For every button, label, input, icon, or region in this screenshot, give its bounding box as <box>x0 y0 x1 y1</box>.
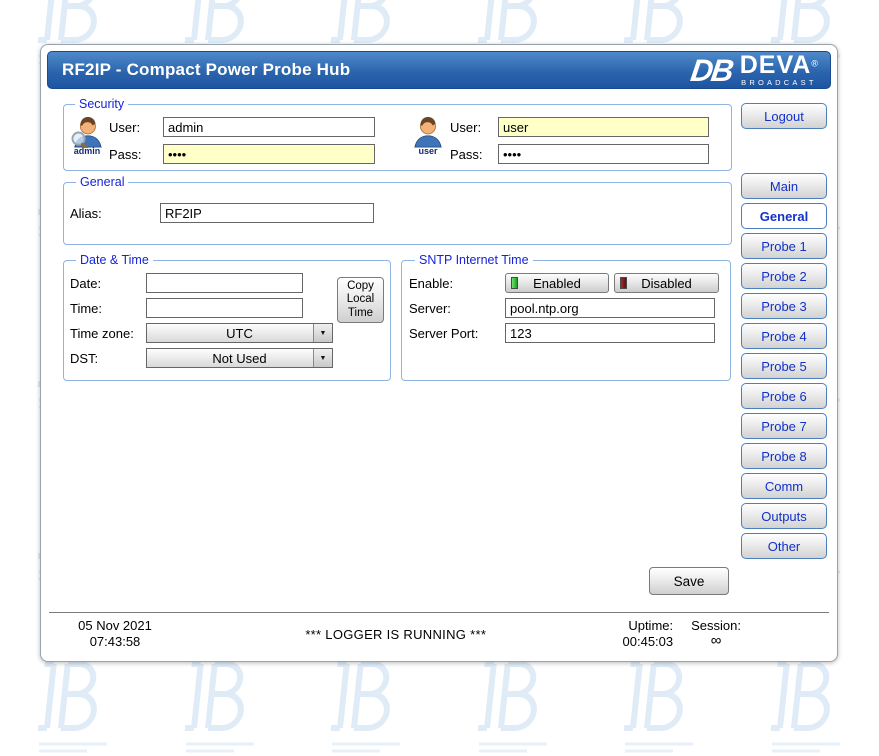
registered-mark: ® <box>811 59 818 69</box>
user-icon-block: user <box>410 117 446 156</box>
time-input[interactable] <box>146 298 303 318</box>
sidebar-item-probe-7[interactable]: Probe 7 <box>741 413 827 439</box>
deva-watermark-icon <box>617 652 701 756</box>
session-block: Session: ∞ <box>691 618 741 650</box>
chevron-down-icon: ▼ <box>313 349 332 367</box>
sntp-grid: Enable: Enabled Disabled Server: Server … <box>409 273 724 343</box>
sidebar-item-probe-4[interactable]: Probe 4 <box>741 323 827 349</box>
security-section: Security admin User: <box>63 97 732 171</box>
title-bar: RF2IP - Compact Power Probe Hub DB DEVA®… <box>47 51 831 89</box>
broadcast-wordmark: BROADCAST <box>741 79 816 87</box>
deva-logo-text: DEVA® BROADCAST <box>740 53 818 87</box>
uptime-value: 00:45:03 <box>623 634 674 650</box>
alias-input[interactable] <box>160 203 374 223</box>
admin-fields: User: Pass: <box>109 117 375 164</box>
deva-watermark-icon <box>178 652 262 756</box>
status-time: 07:43:58 <box>61 634 169 650</box>
admin-icon-block: admin <box>69 117 105 156</box>
admin-password-input[interactable] <box>163 144 375 164</box>
admin-caption: admin <box>74 146 101 156</box>
sntp-port-label: Server Port: <box>409 326 505 341</box>
sidebar-nav: Main General Probe 1 Probe 2 Probe 3 Pro… <box>741 173 827 559</box>
sntp-disabled-label: Disabled <box>641 276 692 291</box>
sidebar-item-probe-2[interactable]: Probe 2 <box>741 263 827 289</box>
general-legend: General <box>76 175 128 189</box>
admin-user-icon <box>70 117 104 148</box>
user-credentials: user User: Pass: <box>410 115 709 164</box>
timezone-select[interactable]: UTC ▼ <box>146 323 333 343</box>
sntp-port-input[interactable] <box>505 323 715 343</box>
sidebar-item-outputs[interactable]: Outputs <box>741 503 827 529</box>
sntp-enable-label: Enable: <box>409 276 505 291</box>
sidebar-item-comm[interactable]: Comm <box>741 473 827 499</box>
session-value: ∞ <box>691 634 741 648</box>
red-led-icon <box>620 277 627 289</box>
deva-watermark-icon <box>764 652 848 756</box>
uptime-label: Uptime: <box>623 618 674 634</box>
date-input[interactable] <box>146 273 303 293</box>
dst-value: Not Used <box>212 351 266 366</box>
security-row: admin User: Pass: user <box>69 115 725 164</box>
sidebar-item-main[interactable]: Main <box>741 173 827 199</box>
dst-label: DST: <box>70 351 146 366</box>
deva-watermark-icon <box>31 652 115 756</box>
alias-row: Alias: <box>70 203 725 223</box>
security-legend: Security <box>75 97 128 111</box>
sntp-enabled-label: Enabled <box>533 276 581 291</box>
chevron-down-icon: ▼ <box>313 324 332 342</box>
sidebar-item-probe-8[interactable]: Probe 8 <box>741 443 827 469</box>
admin-credentials: admin User: Pass: <box>69 115 375 164</box>
timezone-label: Time zone: <box>70 326 146 341</box>
copy-local-time-button[interactable]: Copy Local Time <box>337 277 384 323</box>
sidebar-item-probe-3[interactable]: Probe 3 <box>741 293 827 319</box>
date-label: Date: <box>70 276 146 291</box>
uptime-block: Uptime: 00:45:03 <box>623 618 674 650</box>
green-led-icon <box>511 277 518 289</box>
app-window: RF2IP - Compact Power Probe Hub DB DEVA®… <box>40 44 838 662</box>
dst-select[interactable]: Not Used ▼ <box>146 348 333 368</box>
sidebar-item-probe-5[interactable]: Probe 5 <box>741 353 827 379</box>
user-password-input[interactable] <box>498 144 709 164</box>
datetime-legend: Date & Time <box>76 253 153 267</box>
deva-logo: DB DEVA® BROADCAST <box>691 53 818 87</box>
sidebar-item-probe-1[interactable]: Probe 1 <box>741 233 827 259</box>
general-section: General Alias: <box>63 175 732 245</box>
time-label: Time: <box>70 301 146 316</box>
save-button[interactable]: Save <box>649 567 729 595</box>
sntp-disabled-button[interactable]: Disabled <box>614 273 719 293</box>
status-bar: 05 Nov 2021 07:43:58 *** LOGGER IS RUNNI… <box>49 612 829 655</box>
sidebar-item-probe-6[interactable]: Probe 6 <box>741 383 827 409</box>
user-pass-label: Pass: <box>450 147 494 162</box>
user-caption: user <box>418 146 437 156</box>
sntp-server-input[interactable] <box>505 298 715 318</box>
status-datetime: 05 Nov 2021 07:43:58 <box>61 618 169 650</box>
db-monogram-icon: DB <box>689 55 734 86</box>
status-date: 05 Nov 2021 <box>61 618 169 634</box>
admin-user-label: User: <box>109 120 159 135</box>
deva-logo-name: DEVA® <box>740 53 818 78</box>
page-title: RF2IP - Compact Power Probe Hub <box>62 60 350 80</box>
datetime-section: Date & Time Date: Time: Time zone: UTC ▼… <box>63 253 391 381</box>
alias-label: Alias: <box>70 206 160 221</box>
user-user-label: User: <box>450 120 494 135</box>
sidebar-item-general[interactable]: General <box>741 203 827 229</box>
sntp-legend: SNTP Internet Time <box>415 253 533 267</box>
sntp-server-label: Server: <box>409 301 505 316</box>
status-counters: Uptime: 00:45:03 Session: ∞ <box>623 618 741 650</box>
user-username-input[interactable] <box>498 117 709 137</box>
sntp-enabled-button[interactable]: Enabled <box>505 273 609 293</box>
admin-pass-label: Pass: <box>109 147 159 162</box>
sntp-section: SNTP Internet Time Enable: Enabled Disab… <box>401 253 731 381</box>
timezone-value: UTC <box>226 326 253 341</box>
status-message: *** LOGGER IS RUNNING *** <box>169 627 623 642</box>
deva-watermark-icon <box>471 652 555 756</box>
user-fields: User: Pass: <box>450 117 709 164</box>
logout-button[interactable]: Logout <box>741 103 827 129</box>
sidebar-item-other[interactable]: Other <box>741 533 827 559</box>
admin-username-input[interactable] <box>163 117 375 137</box>
deva-watermark-icon <box>324 652 408 756</box>
sntp-enable-buttons: Enabled Disabled <box>505 273 719 293</box>
deva-wordmark: DEVA <box>740 51 812 79</box>
user-icon <box>411 117 445 148</box>
